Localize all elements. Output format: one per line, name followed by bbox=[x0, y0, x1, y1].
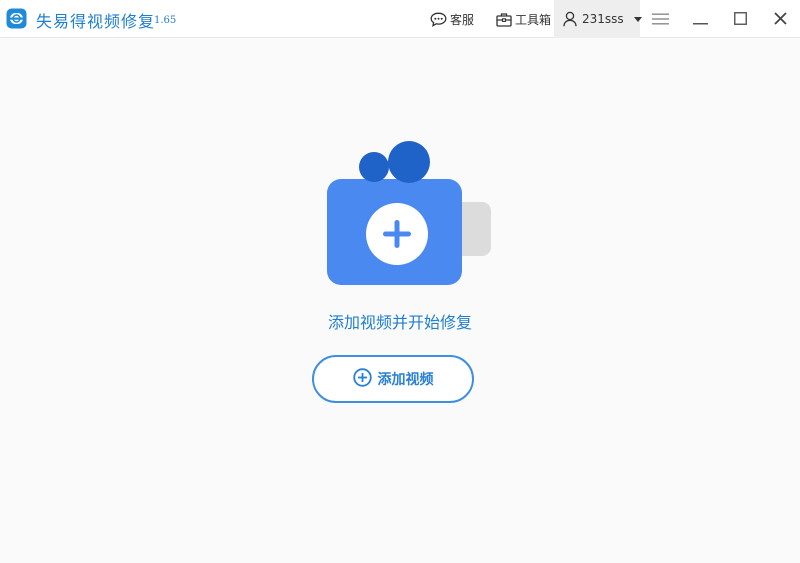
app-version: 1.65 bbox=[154, 15, 177, 26]
camera-reel-large bbox=[388, 141, 430, 183]
title-bar: 失易得视频修复 1.65 客服 工具箱 231sss bbox=[0, 0, 800, 38]
maximize-icon bbox=[733, 10, 747, 29]
toolbox-button[interactable]: 工具箱 bbox=[496, 0, 551, 38]
close-button[interactable] bbox=[760, 0, 800, 38]
username-label: 231sss bbox=[582, 12, 624, 26]
menu-button[interactable] bbox=[640, 0, 680, 38]
add-video-button[interactable]: 添加视频 bbox=[312, 355, 474, 403]
user-icon bbox=[563, 11, 577, 27]
close-icon bbox=[773, 10, 787, 29]
app-window: 失易得视频修复 1.65 客服 工具箱 231sss 添加视频并开始修复 添加视… bbox=[0, 0, 800, 563]
toolbox-label: 工具箱 bbox=[515, 12, 552, 27]
toolbox-icon bbox=[496, 12, 512, 27]
chat-bubble-icon bbox=[430, 12, 447, 27]
customer-service-button[interactable]: 客服 bbox=[430, 0, 474, 38]
customer-service-label: 客服 bbox=[450, 12, 475, 27]
add-video-button-label: 添加视频 bbox=[377, 372, 434, 388]
maximize-button[interactable] bbox=[720, 0, 760, 38]
minimize-button[interactable] bbox=[680, 0, 720, 38]
user-account-menu[interactable]: 231sss bbox=[554, 0, 642, 38]
minimize-icon bbox=[692, 10, 708, 29]
hamburger-menu-icon bbox=[651, 10, 669, 29]
headline-text: 添加视频并开始修复 bbox=[327, 313, 472, 332]
app-title: 失易得视频修复 bbox=[36, 12, 156, 31]
app-logo-icon bbox=[6, 8, 27, 29]
plus-circle-icon bbox=[352, 367, 372, 391]
add-video-illustration[interactable] bbox=[318, 135, 498, 295]
camera-reel-small bbox=[359, 152, 389, 182]
